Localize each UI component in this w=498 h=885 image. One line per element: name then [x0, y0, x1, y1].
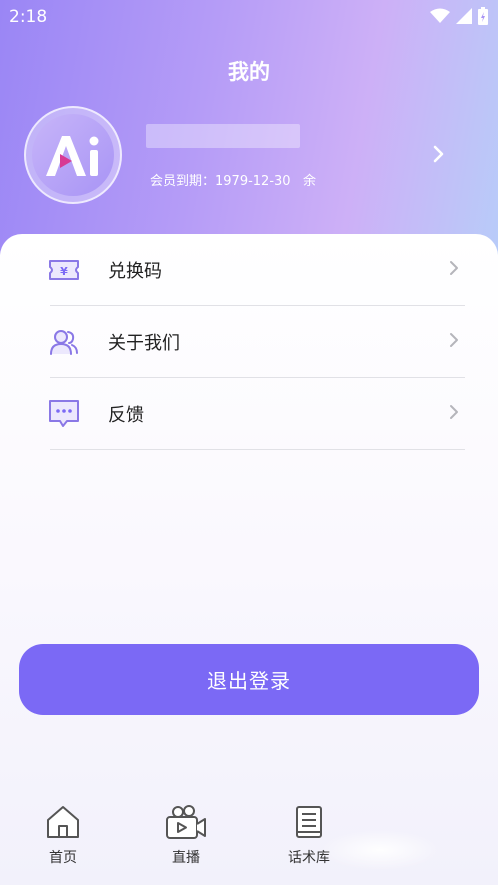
battery-icon [478, 7, 488, 25]
logout-button[interactable]: 退出登录 [19, 644, 479, 715]
menu-item-label: 关于我们 [108, 332, 180, 354]
menu-item-about-us[interactable]: 关于我们 [50, 306, 465, 378]
wifi-icon [430, 8, 450, 23]
menu-item-label: 兑换码 [108, 260, 162, 282]
tab-label: 首页 [49, 850, 77, 866]
tab-label: 直播 [172, 850, 200, 866]
home-icon [47, 806, 79, 838]
tab-live[interactable]: 直播 [146, 804, 226, 867]
svg-text:¥: ¥ [60, 265, 68, 278]
avatar[interactable] [24, 106, 122, 204]
menu-item-redeem-code[interactable]: ¥ 兑换码 [48, 234, 465, 306]
live-camera-icon [166, 805, 206, 839]
status-time: 2:18 [9, 7, 48, 27]
page-title: 我的 [228, 60, 270, 84]
membership-remaining: 余 [302, 174, 316, 189]
tab-home[interactable]: 首页 [23, 804, 103, 867]
profile-chevron-right-icon[interactable] [432, 144, 446, 164]
membership-label: 会员到期： [150, 174, 216, 189]
ticket-icon: ¥ [48, 254, 80, 286]
chat-bubble-icon [48, 398, 80, 430]
ai-logo-icon [46, 136, 99, 176]
chevron-right-icon [450, 261, 458, 275]
chevron-right-icon [450, 405, 458, 419]
status-icons [430, 7, 488, 25]
chevron-right-icon [450, 333, 458, 347]
users-icon [48, 326, 80, 358]
menu-item-label: 反馈 [108, 404, 144, 426]
menu-item-feedback[interactable]: 反馈 [48, 378, 465, 450]
settings-card: ¥ 兑换码 关于我们 反馈 [0, 234, 498, 885]
status-bar: 2:18 [0, 0, 498, 34]
signal-icon [456, 8, 472, 24]
membership-date: 1979-12-30 [215, 174, 291, 189]
membership-expiry: 会员到期：1979-12-30 余 [150, 170, 316, 189]
app-logo [32, 114, 114, 196]
tab-fade-overlay [320, 830, 440, 870]
username-placeholder [146, 124, 300, 148]
